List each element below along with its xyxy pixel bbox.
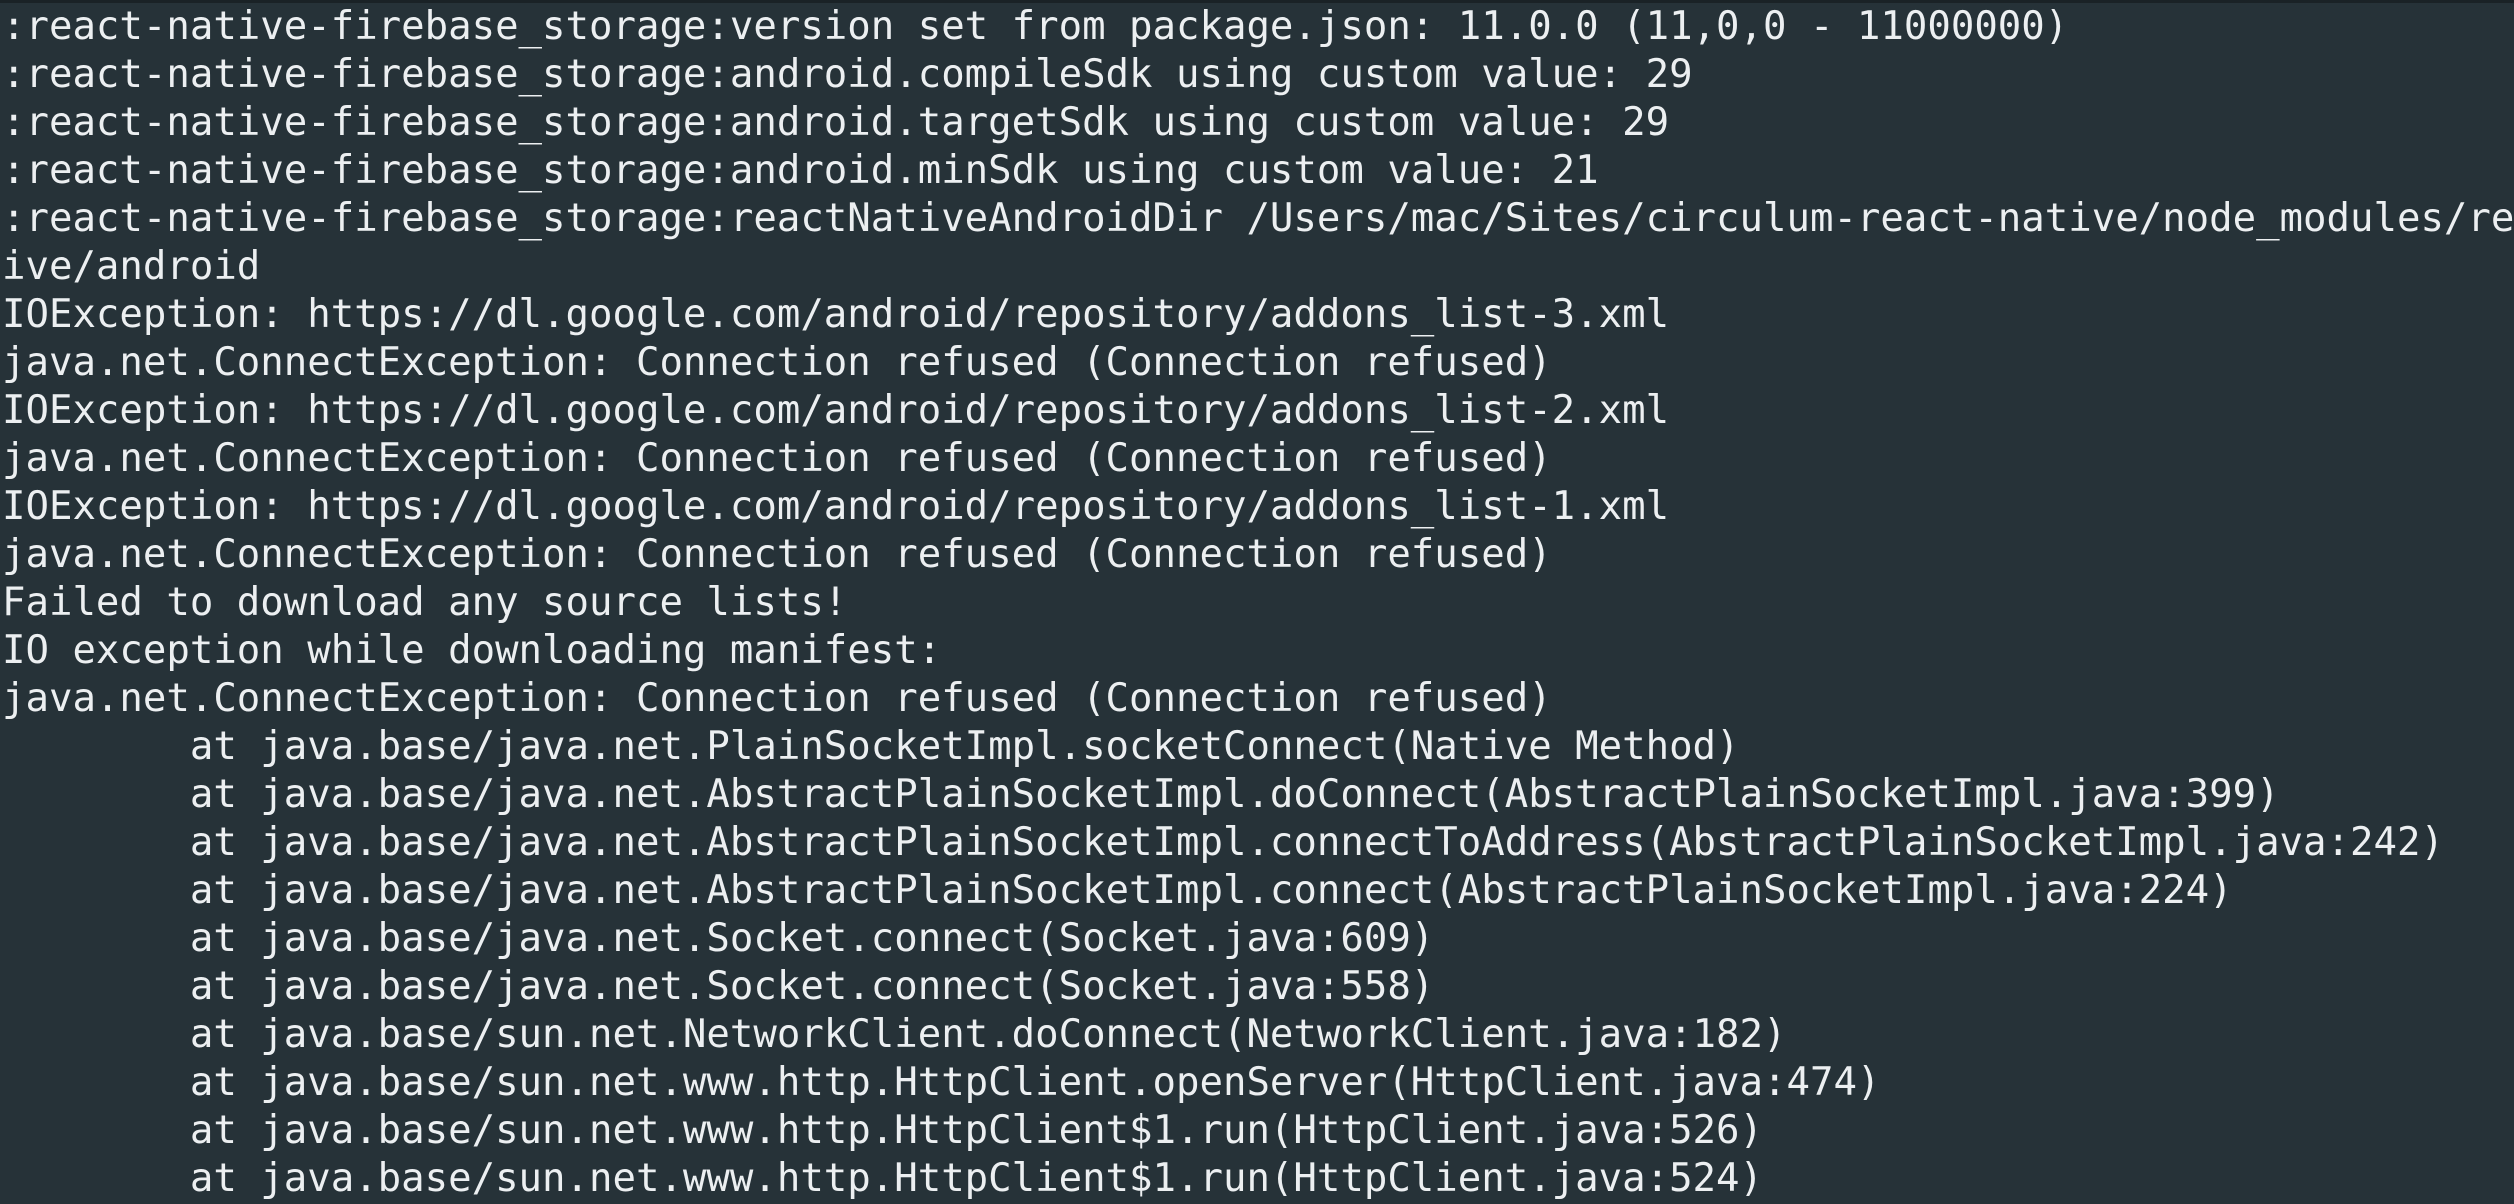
terminal-line: IOException: https://dl.google.com/andro…: [2, 388, 1670, 433]
terminal-line: IOException: https://dl.google.com/andro…: [2, 292, 1670, 337]
terminal-output: :react-native-firebase_storage:version s…: [2, 3, 2514, 1203]
stack-trace-line: at java.base/sun.net.www.http.HttpClient…: [2, 1156, 1763, 1201]
terminal-line: :react-native-firebase_storage:android.t…: [2, 100, 1670, 145]
terminal-line: java.net.ConnectException: Connection re…: [2, 676, 1552, 721]
stack-trace-line: at java.base/sun.net.www.http.HttpClient…: [2, 1108, 1763, 1153]
terminal-line: java.net.ConnectException: Connection re…: [2, 436, 1552, 481]
stack-trace-line: at java.base/java.net.AbstractPlainSocke…: [2, 820, 2444, 865]
terminal-line: Failed to download any source lists!: [2, 580, 848, 625]
terminal-line: :react-native-firebase_storage:version s…: [2, 4, 2069, 49]
stack-trace-line: at java.base/sun.net.NetworkClient.doCon…: [2, 1012, 1787, 1057]
stack-trace-line: at java.base/sun.net.www.http.HttpClient…: [2, 1060, 1881, 1105]
terminal-line: java.net.ConnectException: Connection re…: [2, 532, 1552, 577]
terminal-line: :react-native-firebase_storage:android.c…: [2, 52, 1693, 97]
stack-trace-line: at java.base/java.net.Socket.connect(Soc…: [2, 964, 1435, 1009]
terminal-line: :react-native-firebase_storage:android.m…: [2, 148, 1599, 193]
terminal-line: :react-native-firebase_storage:reactNati…: [2, 196, 2514, 241]
terminal-line: IO exception while downloading manifest:: [2, 628, 942, 673]
stack-trace-line: at java.base/java.net.PlainSocketImpl.so…: [2, 724, 1740, 769]
terminal-line: IOException: https://dl.google.com/andro…: [2, 484, 1670, 529]
terminal-window[interactable]: :react-native-firebase_storage:version s…: [0, 0, 2514, 1204]
terminal-line: ive/android: [2, 244, 261, 289]
stack-trace-line: at java.base/java.net.Socket.connect(Soc…: [2, 916, 1435, 961]
terminal-line: java.net.ConnectException: Connection re…: [2, 340, 1552, 385]
stack-trace-line: at java.base/java.net.AbstractPlainSocke…: [2, 868, 2233, 913]
stack-trace-line: at java.base/java.net.AbstractPlainSocke…: [2, 772, 2280, 817]
